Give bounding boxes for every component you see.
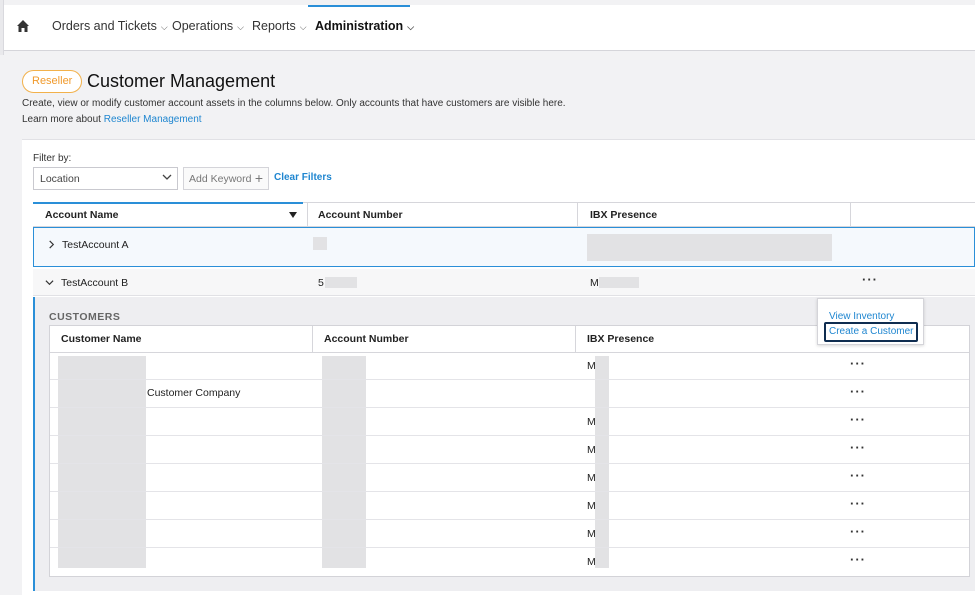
ibx-presence: M	[587, 360, 596, 372]
learn-more-prefix: Learn more about	[22, 114, 104, 125]
ibx-presence: M	[587, 444, 596, 456]
row-actions-menu: View Inventory Create a Customer	[817, 298, 924, 345]
chevron-right-icon[interactable]	[47, 240, 56, 249]
accounts-table-header: Account Name Account Number IBX Presence	[33, 202, 975, 227]
redacted-ibx-presence	[587, 234, 832, 261]
nav-orders-and-tickets[interactable]: Orders and Tickets ⌵	[52, 19, 168, 33]
nav-label: Operations	[172, 19, 234, 33]
customers-table: Customer Name Account Number IBX Presenc…	[49, 325, 970, 577]
customer-row-actions[interactable]: ···	[850, 384, 866, 399]
table-row-testaccount-a[interactable]: TestAccount A	[33, 227, 975, 267]
nav-label: Reports	[252, 19, 296, 33]
row-actions-ellipsis[interactable]: ···	[862, 272, 878, 287]
column-divider	[307, 203, 308, 227]
chevron-down-icon[interactable]	[45, 278, 54, 287]
column-header-ibx-presence[interactable]: IBX Presence	[590, 209, 657, 221]
account-number: 5	[318, 277, 324, 289]
row-divider	[50, 547, 969, 548]
column-header-ibx-presence[interactable]: IBX Presence	[587, 333, 654, 345]
column-header-account-name[interactable]: Account Name	[45, 209, 119, 221]
column-header-account-number[interactable]: Account Number	[324, 333, 409, 345]
customers-section-label: CUSTOMERS	[49, 311, 121, 323]
customer-row-actions[interactable]: ···	[850, 524, 866, 539]
row-divider	[50, 519, 969, 520]
header-divider	[50, 352, 969, 353]
location-select-value: Location	[40, 173, 80, 185]
location-filter-select[interactable]: Location	[33, 167, 178, 190]
redacted-ibx-presence	[599, 277, 639, 288]
reseller-management-link[interactable]: Reseller Management	[104, 114, 202, 125]
nav-active-indicator	[308, 5, 410, 7]
row-divider	[50, 379, 969, 380]
ibx-presence: M	[587, 500, 596, 512]
customer-name: Customer Company	[147, 387, 241, 399]
customer-row-actions[interactable]: ···	[850, 552, 866, 567]
plus-icon: +	[254, 170, 263, 186]
nav-label: Administration	[315, 19, 404, 33]
chevron-down-icon	[162, 174, 172, 180]
account-name: TestAccount A	[62, 239, 129, 251]
ibx-presence: M	[590, 277, 599, 289]
view-inventory-menu-item[interactable]: View Inventory	[829, 311, 894, 322]
page-title: Customer Management	[87, 71, 276, 91]
page-description: Create, view or modify customer account …	[22, 98, 566, 109]
chevron-down-icon: ⌵	[237, 22, 244, 32]
row-divider	[50, 491, 969, 492]
ibx-presence: M	[587, 528, 596, 540]
account-name: TestAccount B	[61, 277, 129, 289]
table-row-testaccount-b[interactable]: TestAccount B 5 M ···	[33, 269, 975, 296]
reseller-badge: Reseller	[22, 70, 83, 93]
nav-label: Orders and Tickets	[52, 19, 157, 33]
ibx-presence: M	[587, 556, 596, 568]
redacted-account-numbers	[322, 356, 366, 568]
chevron-down-icon: ⌵	[299, 22, 307, 32]
top-navigation-bar: Orders and Tickets ⌵ Operations ⌵ Reports ⌵…	[4, 5, 975, 51]
learn-more-text: Learn more about Reseller Management	[22, 114, 202, 125]
sort-desc-icon[interactable]	[289, 212, 297, 218]
column-divider	[575, 326, 576, 352]
customer-row-actions[interactable]: ···	[850, 440, 866, 455]
row-divider	[50, 435, 969, 436]
redacted-ibx-values	[595, 356, 609, 568]
add-keyword-input[interactable]: Add Keyword +	[183, 167, 269, 190]
create-customer-menu-item[interactable]: Create a Customer	[829, 326, 913, 337]
nav-operations[interactable]: Operations ⌵	[172, 19, 244, 33]
nav-reports[interactable]: Reports ⌵	[252, 19, 307, 33]
ibx-presence: M	[587, 416, 596, 428]
column-header-customer-name[interactable]: Customer Name	[61, 333, 142, 345]
column-divider	[577, 203, 578, 227]
home-icon[interactable]	[16, 19, 30, 33]
row-divider	[50, 407, 969, 408]
row-divider	[50, 463, 969, 464]
customer-row-actions[interactable]: ···	[850, 468, 866, 483]
filter-label: Filter by:	[33, 153, 72, 164]
redacted-account-number	[313, 237, 327, 250]
customer-row-actions[interactable]: ···	[850, 412, 866, 427]
chevron-down-icon: ⌵	[407, 22, 415, 32]
redacted-customer-names	[58, 356, 146, 568]
customer-row-actions[interactable]: ···	[850, 356, 866, 371]
chevron-down-icon: ⌵	[160, 22, 168, 32]
column-header-account-number[interactable]: Account Number	[318, 209, 403, 221]
clear-filters-link[interactable]: Clear Filters	[274, 172, 332, 183]
redacted-account-number	[325, 277, 357, 288]
ibx-presence: M	[587, 472, 596, 484]
sorted-column-indicator	[33, 202, 303, 204]
column-divider	[850, 203, 851, 227]
add-keyword-placeholder: Add Keyword	[189, 173, 252, 185]
column-divider	[312, 326, 313, 352]
customer-row-actions[interactable]: ···	[850, 496, 866, 511]
nav-administration[interactable]: Administration ⌵	[315, 19, 414, 33]
